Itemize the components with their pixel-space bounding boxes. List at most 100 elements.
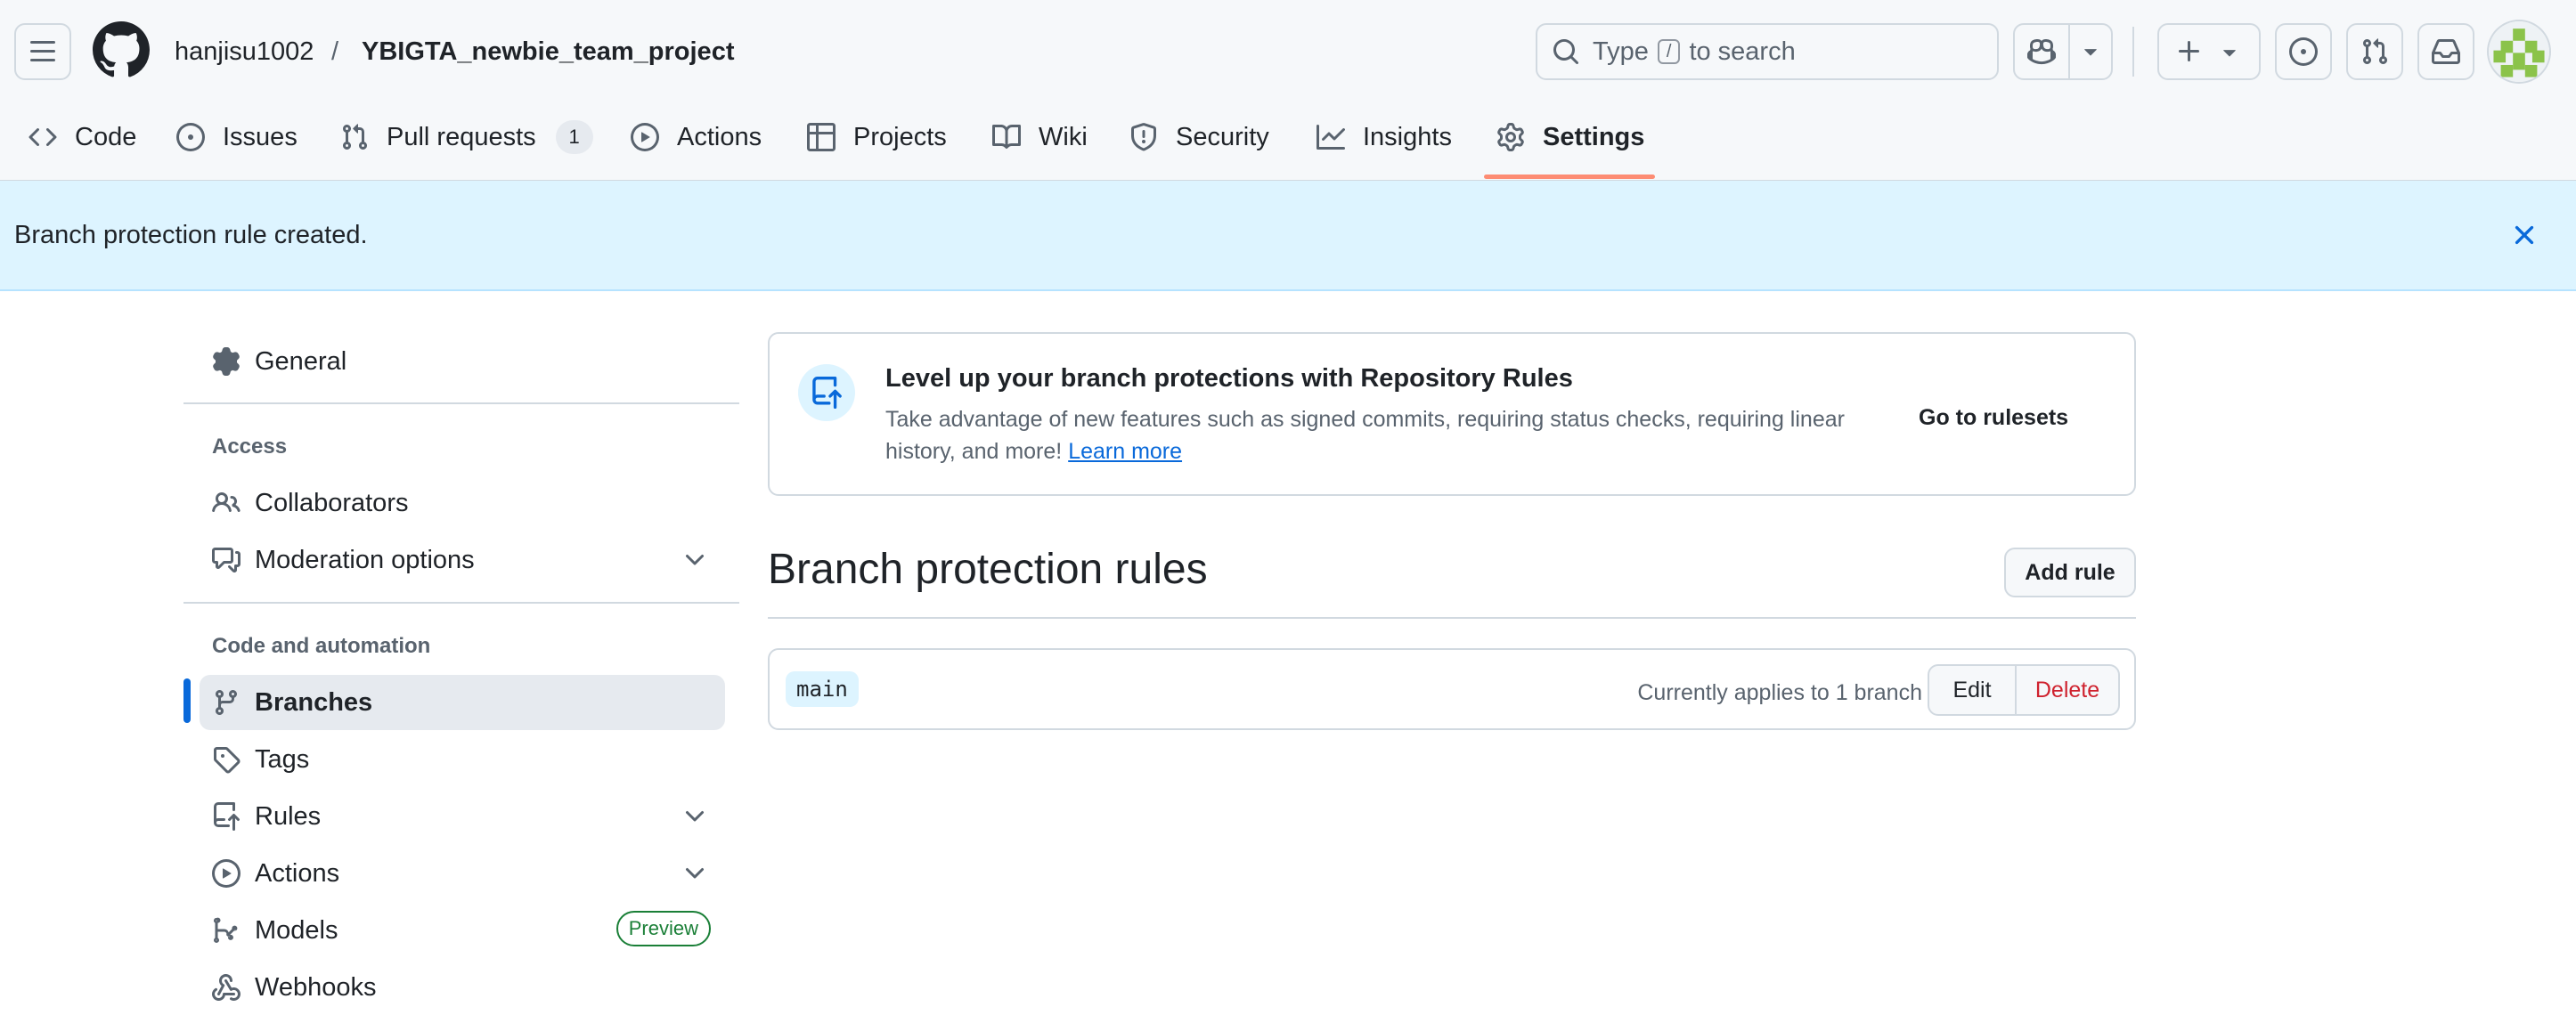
tab-settings[interactable]: Settings bbox=[1496, 112, 1644, 162]
flash-close-button[interactable] bbox=[2508, 219, 2540, 251]
tab-actions[interactable]: Actions bbox=[631, 112, 762, 162]
git-branch-icon bbox=[215, 690, 237, 716]
sidebar-item-actions-label: Actions bbox=[255, 858, 340, 888]
copilot-icon bbox=[2027, 38, 2056, 65]
book-icon bbox=[992, 124, 1021, 149]
search-input[interactable]: Type / to search bbox=[1536, 23, 1999, 80]
edit-rule-button[interactable]: Edit bbox=[1929, 666, 2017, 714]
search-icon bbox=[1553, 39, 1579, 65]
sidebar-item-actions[interactable]: Actions bbox=[200, 846, 725, 901]
sidebar-divider bbox=[183, 402, 739, 404]
sidebar-item-collaborators-label: Collaborators bbox=[255, 488, 409, 517]
chevron-down-icon bbox=[686, 868, 704, 879]
play-icon bbox=[631, 123, 659, 151]
promo-icon-circle bbox=[798, 364, 855, 421]
graph-icon bbox=[1317, 125, 1345, 150]
rulesets-promo-box: Level up your branch protections with Re… bbox=[768, 332, 2136, 496]
tab-pull-requests-label: Pull requests bbox=[387, 122, 536, 151]
code-icon bbox=[29, 127, 57, 147]
flash-banner bbox=[0, 181, 2576, 291]
chevron-down-icon[interactable] bbox=[2077, 37, 2104, 64]
sidebar-item-webhooks[interactable]: Webhooks bbox=[200, 960, 725, 1015]
sidebar-active-indicator bbox=[183, 678, 191, 723]
tab-issues[interactable]: Issues bbox=[176, 112, 298, 162]
pull-request-icon bbox=[342, 124, 368, 150]
pull-requests-counter: 1 bbox=[555, 120, 593, 154]
breadcrumb-owner[interactable]: hanjisu1002 bbox=[175, 34, 314, 69]
repo-push-icon bbox=[214, 802, 240, 831]
sidebar-item-models[interactable]: Models Preview bbox=[200, 903, 725, 958]
github-logo-icon[interactable] bbox=[93, 21, 150, 78]
issues-button[interactable] bbox=[2275, 23, 2332, 80]
sidebar-item-rules[interactable]: Rules bbox=[200, 789, 725, 844]
avatar[interactable] bbox=[2489, 21, 2549, 82]
tab-issues-label: Issues bbox=[223, 122, 298, 151]
title-divider bbox=[768, 617, 2136, 619]
promo-title: Level up your branch protections with Re… bbox=[885, 364, 1573, 393]
page-title: Branch protection rules bbox=[768, 546, 1208, 593]
rule-applies-text: Currently applies to 1 branch bbox=[1637, 680, 1922, 705]
create-new-button[interactable] bbox=[2157, 23, 2261, 80]
close-icon bbox=[2515, 225, 2534, 245]
tab-settings-label: Settings bbox=[1543, 122, 1645, 151]
issue-icon bbox=[176, 123, 205, 151]
copilot-divider bbox=[2068, 25, 2070, 78]
comment-discussion-icon bbox=[212, 548, 240, 572]
gear-icon bbox=[1497, 123, 1524, 151]
search-shortcut-key: / bbox=[1657, 39, 1681, 64]
play-icon bbox=[212, 859, 240, 888]
go-to-rulesets-link[interactable]: Go to rulesets bbox=[1919, 405, 2068, 431]
branch-name-label[interactable]: main bbox=[786, 671, 859, 707]
tab-security-label: Security bbox=[1176, 122, 1269, 151]
webhook-icon bbox=[212, 973, 240, 1001]
repo-push-icon bbox=[812, 377, 842, 409]
sidebar-divider bbox=[183, 602, 739, 604]
tab-pull-requests[interactable]: Pull requests 1 bbox=[340, 112, 593, 162]
sidebar-item-branches-label: Branches bbox=[255, 687, 373, 717]
learn-more-link[interactable]: Learn more bbox=[1068, 439, 1182, 464]
identicon-icon bbox=[2489, 21, 2549, 82]
tag-icon bbox=[214, 747, 240, 774]
sidebar-item-tags-label: Tags bbox=[255, 744, 310, 774]
shield-icon bbox=[1131, 123, 1156, 151]
selected-tab-indicator bbox=[1484, 175, 1655, 179]
menu-icon bbox=[30, 41, 55, 61]
tab-code[interactable]: Code bbox=[29, 112, 136, 162]
sidebar-item-moderation-options[interactable]: Moderation options bbox=[200, 532, 725, 588]
sidebar-heading-access: Access bbox=[212, 434, 288, 459]
sidebar-item-models-label: Models bbox=[255, 915, 338, 945]
inbox-button[interactable] bbox=[2417, 23, 2474, 80]
header-divider bbox=[2132, 27, 2134, 77]
tab-actions-label: Actions bbox=[677, 122, 762, 151]
sidebar-heading-code-and-automation: Code and automation bbox=[212, 634, 431, 658]
tab-security[interactable]: Security bbox=[1129, 112, 1269, 162]
copilot-button[interactable] bbox=[2013, 23, 2113, 80]
breadcrumb-repo[interactable]: YBIGTA_newbie_team_project bbox=[362, 34, 734, 69]
sidebar-item-webhooks-label: Webhooks bbox=[255, 972, 377, 1002]
tab-insights[interactable]: Insights bbox=[1317, 112, 1452, 162]
tab-wiki[interactable]: Wiki bbox=[992, 112, 1088, 162]
chevron-down-icon bbox=[686, 811, 704, 822]
tab-insights-label: Insights bbox=[1363, 122, 1452, 151]
sidebar-item-branches[interactable]: Branches bbox=[200, 675, 725, 730]
sidebar-item-moderation-label: Moderation options bbox=[255, 545, 475, 574]
tab-projects[interactable]: Projects bbox=[807, 112, 947, 162]
tab-wiki-label: Wiki bbox=[1039, 122, 1088, 151]
menu-button[interactable] bbox=[14, 23, 71, 80]
pull-request-icon bbox=[2362, 38, 2388, 65]
pull-requests-button[interactable] bbox=[2346, 23, 2403, 80]
delete-rule-button[interactable]: Delete bbox=[2017, 666, 2118, 714]
sidebar-item-general[interactable]: General bbox=[200, 334, 725, 389]
add-rule-button[interactable]: Add rule bbox=[2004, 548, 2136, 597]
sidebar-item-rules-label: Rules bbox=[255, 801, 322, 831]
flash-message: Branch protection rule created. bbox=[14, 221, 368, 249]
sidebar-item-collaborators[interactable]: Collaborators bbox=[200, 475, 725, 531]
sidebar-item-tags[interactable]: Tags bbox=[200, 732, 725, 787]
inbox-icon bbox=[2432, 39, 2460, 64]
gear-icon bbox=[213, 347, 240, 376]
tab-projects-label: Projects bbox=[853, 122, 947, 151]
issues-icon bbox=[2289, 37, 2318, 66]
preview-badge: Preview bbox=[615, 911, 711, 946]
plus-icon bbox=[2179, 41, 2199, 61]
search-prefix: Type bbox=[1593, 37, 1649, 66]
